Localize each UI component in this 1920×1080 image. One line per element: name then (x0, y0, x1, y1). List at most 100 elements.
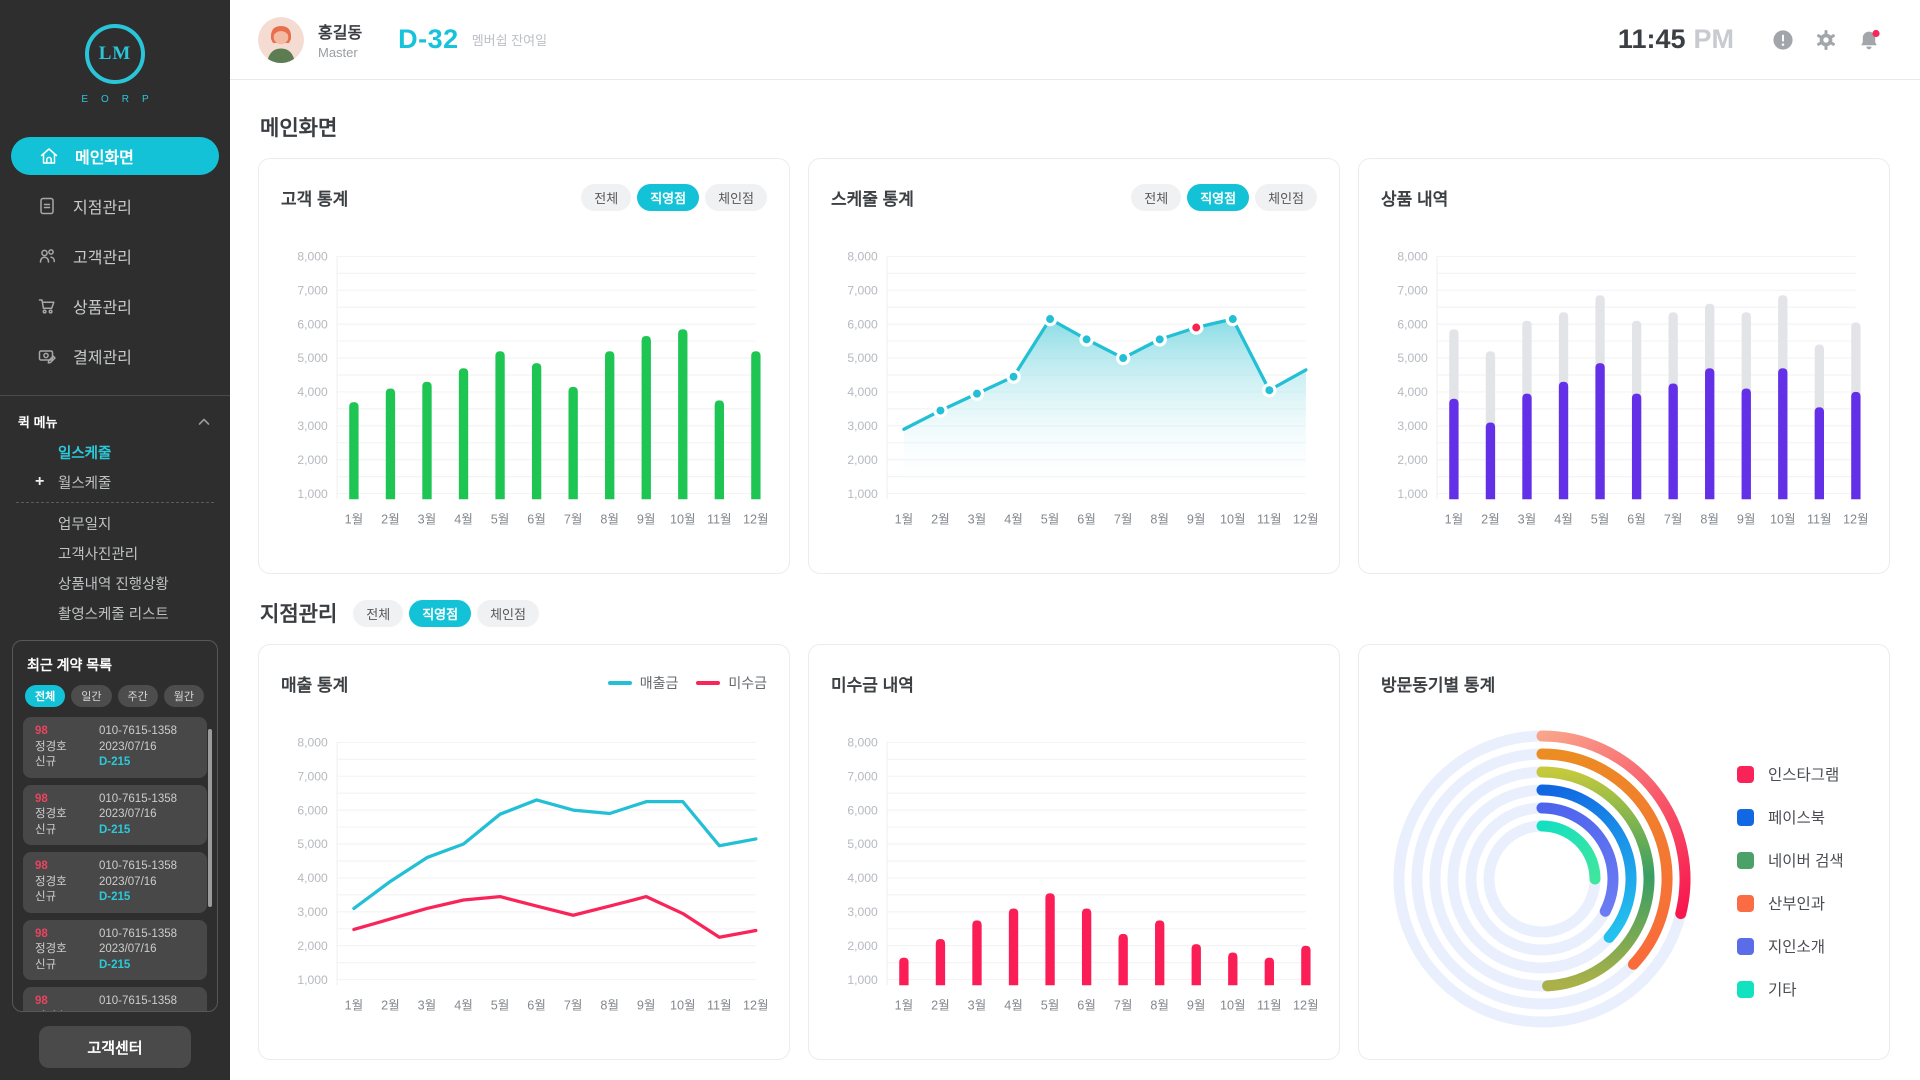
contract-phone: 010-7615-1358 (99, 725, 195, 739)
svg-text:5월: 5월 (1591, 513, 1610, 527)
svg-text:11월: 11월 (707, 999, 732, 1013)
svg-text:1월: 1월 (345, 513, 364, 527)
svg-text:7월: 7월 (1114, 999, 1133, 1013)
sidebar-item-products[interactable]: 상품관리 (0, 281, 230, 331)
svg-text:3,000: 3,000 (847, 905, 878, 919)
svg-text:6월: 6월 (1627, 513, 1646, 527)
svg-text:10월: 10월 (1770, 513, 1796, 527)
svg-text:1,000: 1,000 (297, 487, 328, 501)
visit-legend: 인스타그램 페이스북 네이버 검색 산부인과 지인소개 기타 (1737, 763, 1844, 1000)
section-branch: 지점관리 전체 직영점 체인점 (260, 598, 1890, 628)
svg-text:9월: 9월 (1187, 513, 1206, 527)
svg-text:11월: 11월 (1257, 999, 1282, 1013)
svg-text:8월: 8월 (1150, 513, 1169, 527)
legend-line-swatch (608, 681, 632, 685)
tab-all[interactable]: 전체 (353, 600, 403, 627)
customer-bar-chart: 8,0007,0006,0005,0004,0003,0002,0001,000… (281, 221, 767, 557)
svg-text:6,000: 6,000 (1397, 317, 1428, 331)
cards-row-2: 매출 통계 매출금 미수금 8,0007,0006,0 (258, 644, 1890, 1060)
sidebar-item-main[interactable]: 메인화면 (0, 131, 230, 181)
contract-row[interactable]: 98010-7615-1358 정경호2023/07/16 신규D-215 (23, 920, 207, 981)
legend-item: 인스타그램 (1737, 763, 1844, 785)
tab-direct[interactable]: 직영점 (1187, 184, 1249, 211)
sidebar-item-label: 메인화면 (75, 144, 134, 168)
contract-name: 정경호 (35, 943, 99, 957)
tab-all[interactable]: 전체 (581, 184, 631, 211)
svg-text:2,000: 2,000 (847, 939, 878, 953)
support-center-button[interactable]: 고객센터 (39, 1026, 191, 1068)
clock-time: 11:45 (1618, 24, 1686, 55)
tab-direct[interactable]: 직영점 (409, 600, 471, 627)
svg-text:1월: 1월 (345, 999, 364, 1013)
quick-item-shooting-list[interactable]: 촬영스케줄 리스트 (0, 598, 230, 628)
svg-text:9월: 9월 (637, 999, 656, 1013)
svg-text:10월: 10월 (1220, 513, 1246, 527)
svg-text:4월: 4월 (454, 999, 473, 1013)
quick-item-worklog[interactable]: 업무일지 (0, 508, 230, 538)
chevron-up-icon[interactable] (198, 417, 210, 426)
tab-chain[interactable]: 체인점 (1255, 184, 1317, 211)
tab-chain[interactable]: 체인점 (705, 184, 767, 211)
svg-text:2,000: 2,000 (297, 939, 328, 953)
tab-direct[interactable]: 직영점 (637, 184, 699, 211)
card-title: 스케줄 통계 (831, 185, 914, 210)
svg-text:6월: 6월 (527, 513, 546, 527)
quick-item-photo[interactable]: 고객사진관리 (0, 538, 230, 568)
tab-chain[interactable]: 체인점 (477, 600, 539, 627)
contracts-tab-daily[interactable]: 일간 (71, 685, 111, 707)
quick-item-day-schedule[interactable]: 일스케줄 (0, 437, 230, 467)
contracts-tab-weekly[interactable]: 주간 (118, 685, 158, 707)
contract-date: 2023/07/16 (99, 943, 195, 957)
svg-text:2월: 2월 (381, 999, 400, 1013)
branch-filter-tabs: 전체 직영점 체인점 (353, 600, 539, 627)
contract-row[interactable]: 98010-7615-1358 정경호2023/07/16 신규D-215 (23, 987, 207, 1012)
contract-dday: D-215 (99, 959, 195, 973)
sidebar-item-branch[interactable]: 지점관리 (0, 181, 230, 231)
quick-menu-header[interactable]: 퀵 메뉴 (0, 396, 230, 437)
membership-dday-label: 멤버쉽 잔여일 (472, 30, 547, 49)
contracts-scrollbar[interactable] (208, 729, 212, 907)
legend-label: 네이버 검색 (1768, 849, 1844, 871)
svg-text:4월: 4월 (1004, 513, 1023, 527)
legend-swatch (1737, 766, 1754, 783)
svg-text:1,000: 1,000 (1397, 487, 1428, 501)
logo-ring-icon: LM (85, 24, 145, 84)
svg-text:3월: 3월 (418, 513, 437, 527)
svg-text:2,000: 2,000 (847, 453, 878, 467)
card-title: 고객 통계 (281, 185, 348, 210)
tab-all[interactable]: 전체 (1131, 184, 1181, 211)
quick-item-progress[interactable]: 상품내역 진행상황 (0, 568, 230, 598)
contract-row[interactable]: 98010-7615-1358 정경호2023/07/16 신규D-215 (23, 852, 207, 913)
svg-text:7월: 7월 (564, 999, 583, 1013)
svg-text:1월: 1월 (1445, 513, 1464, 527)
svg-text:12월: 12월 (743, 513, 767, 527)
gear-icon[interactable] (1815, 29, 1837, 51)
legend-item: 지인소개 (1737, 935, 1844, 957)
contract-phone: 010-7615-1358 (99, 860, 195, 874)
contract-date: 2023/07/16 (99, 741, 195, 755)
clock: 11:45 PM (1618, 24, 1734, 55)
alert-info-icon[interactable] (1772, 29, 1794, 51)
bell-icon[interactable] (1858, 29, 1880, 51)
quick-item-month-schedule[interactable]: + 월스케줄 (0, 467, 230, 497)
contract-row[interactable]: 98010-7615-1358 정경호2023/07/16 신규D-215 (23, 785, 207, 846)
sales-legend: 매출금 미수금 (608, 673, 767, 693)
contract-date: 2023/07/16 (99, 808, 195, 822)
legend-swatch (1737, 895, 1754, 912)
svg-text:4월: 4월 (1004, 999, 1023, 1013)
svg-text:4,000: 4,000 (297, 385, 328, 399)
contracts-tab-all[interactable]: 전체 (25, 685, 65, 707)
contract-row[interactable]: 98010-7615-1358 정경호2023/07/16 신규D-215 (23, 717, 207, 778)
page-title: 메인화면 (260, 112, 337, 142)
svg-text:7월: 7월 (564, 513, 583, 527)
contracts-tab-monthly[interactable]: 월간 (164, 685, 204, 707)
svg-text:10월: 10월 (1220, 999, 1246, 1013)
contract-date: 2023/07/16 (99, 1011, 195, 1013)
svg-text:6,000: 6,000 (847, 803, 878, 817)
avatar[interactable] (258, 17, 304, 63)
svg-text:7,000: 7,000 (297, 769, 328, 783)
sidebar-item-payments[interactable]: 결제관리 (0, 331, 230, 381)
plus-icon[interactable]: + (35, 473, 44, 491)
card-customer-stats: 고객 통계 전체 직영점 체인점 8,0007,0006,0005,0004,0… (258, 158, 790, 574)
sidebar-item-customers[interactable]: 고객관리 (0, 231, 230, 281)
